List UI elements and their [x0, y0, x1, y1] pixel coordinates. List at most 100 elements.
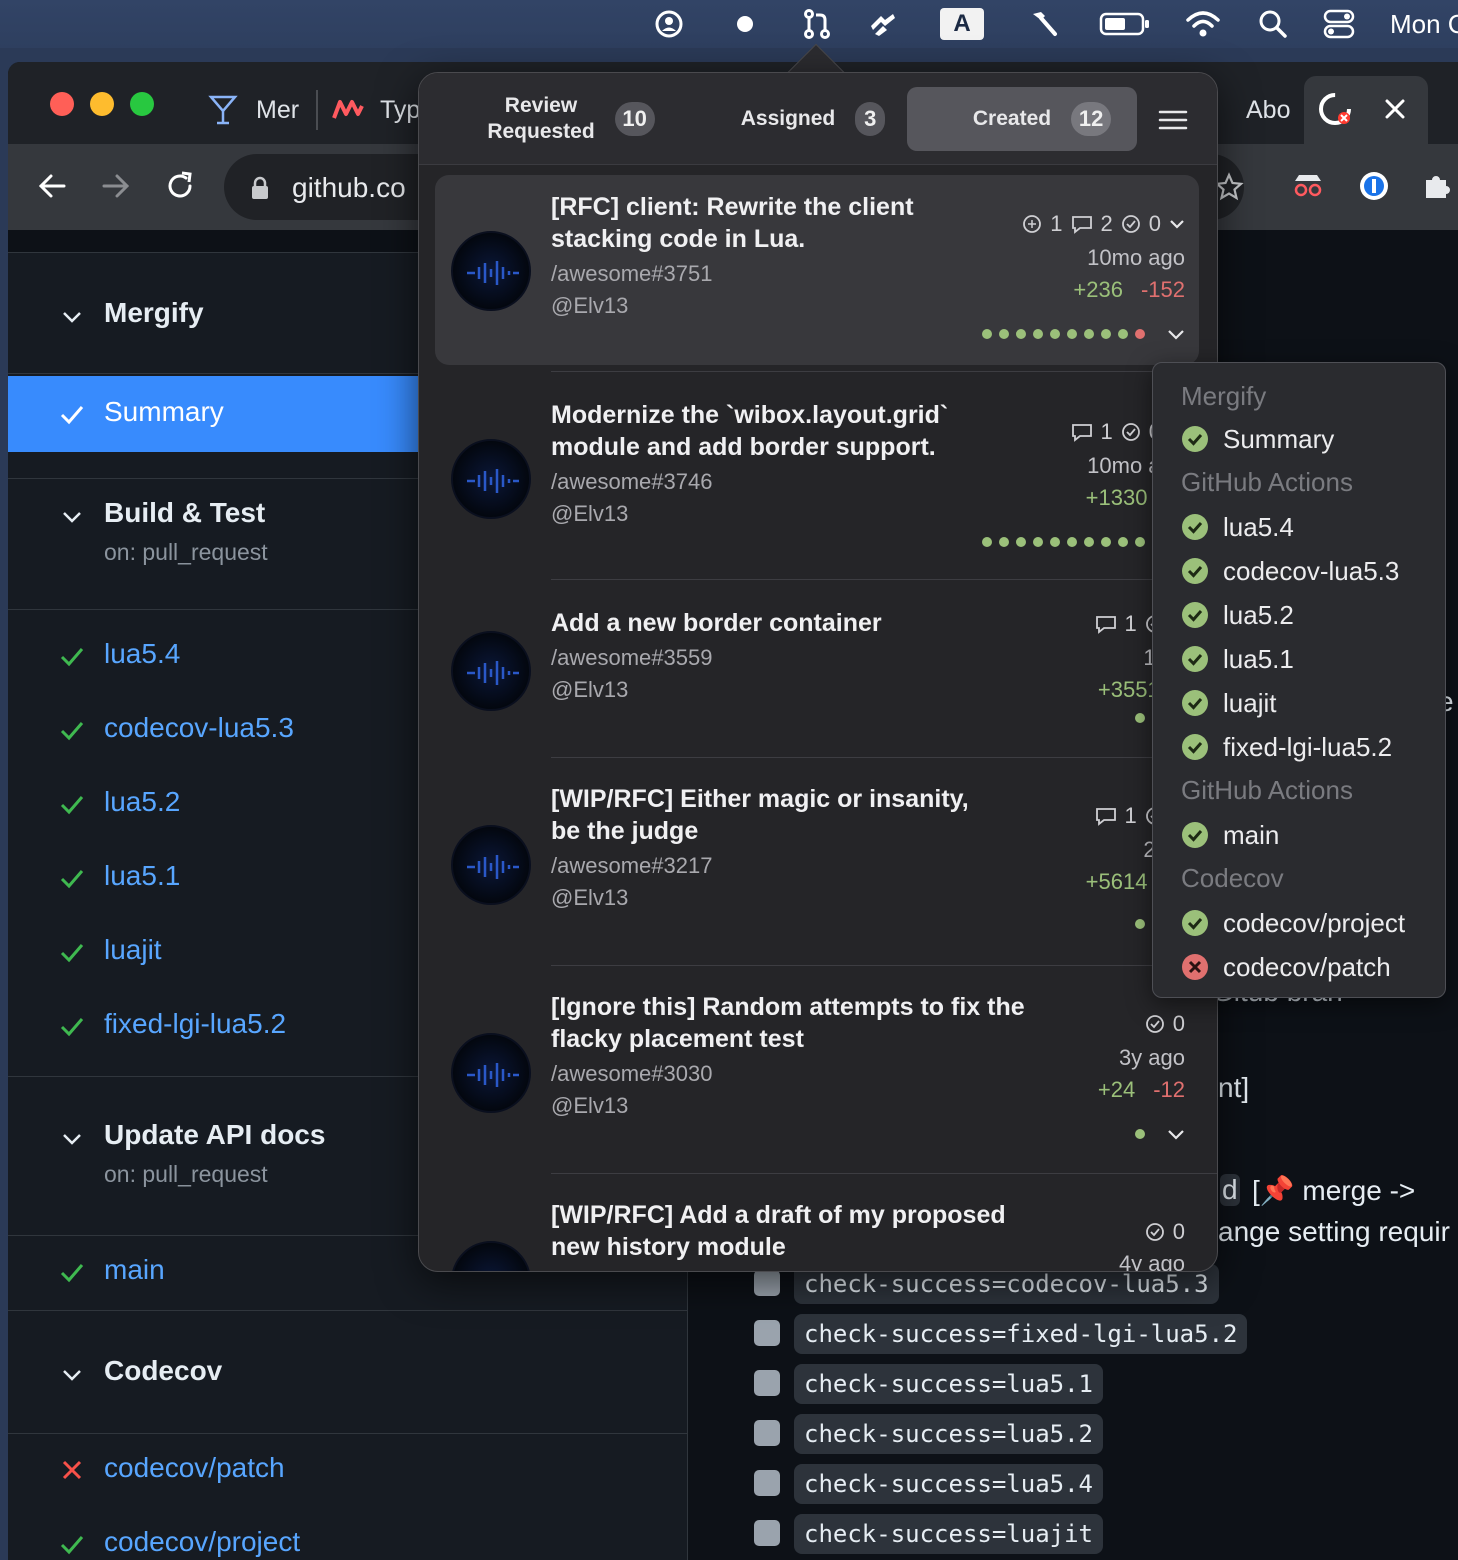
- sidebar-item-codecov-project[interactable]: codecov/project: [8, 1514, 688, 1560]
- pr-item[interactable]: [WIP/RFC] Add a draft of my proposed new …: [419, 1185, 1217, 1271]
- arrow-left-icon: [38, 174, 66, 198]
- status-dot-success: [999, 329, 1009, 339]
- checkbox[interactable]: [754, 1370, 780, 1396]
- close-tab-icon[interactable]: [1384, 98, 1406, 120]
- spotlight-search-icon[interactable]: [1256, 8, 1290, 40]
- tab-label: Created: [972, 107, 1052, 130]
- status-dot-success: [1084, 537, 1094, 547]
- avatar: [451, 1241, 531, 1271]
- checkbox[interactable]: [754, 1420, 780, 1446]
- tab-assigned[interactable]: Assigned 3: [723, 87, 903, 151]
- checkbox[interactable]: [754, 1520, 780, 1546]
- lock-icon[interactable]: [250, 176, 270, 200]
- status-dot-success: [999, 537, 1009, 547]
- chevron-down-icon[interactable]: [1169, 218, 1185, 230]
- url-text[interactable]: github.co: [292, 172, 406, 204]
- onepassword-extension-icon[interactable]: [1354, 166, 1394, 206]
- pr-time: 10mo ago: [1087, 245, 1185, 270]
- pr-author: @Elv13: [551, 1093, 629, 1118]
- check-row-codecov-patch[interactable]: codecov/patch: [1181, 951, 1391, 983]
- pull-request-icon[interactable]: [800, 8, 834, 40]
- tab-created[interactable]: Created 12: [907, 87, 1137, 151]
- sidebar-item-label: Summary: [104, 396, 224, 427]
- check-row-label: lua5.4: [1223, 511, 1294, 542]
- check-row-codecov-lua5-3[interactable]: codecov-lua5.3: [1181, 555, 1399, 587]
- pr-author: @Elv13: [551, 885, 629, 910]
- divider: [551, 579, 1217, 580]
- status-dots[interactable]: [982, 329, 1145, 339]
- chevron-down-icon: [63, 512, 81, 523]
- chevron-down-icon[interactable]: [1167, 1129, 1185, 1141]
- check-icon: [60, 1264, 84, 1283]
- sidebar-group-codecov[interactable]: Codecov: [8, 1310, 688, 1434]
- check-row-fixed-lgi-lua5-2[interactable]: fixed-lgi-lua5.2: [1181, 731, 1392, 763]
- forward-button[interactable]: [96, 166, 136, 206]
- input-source-icon[interactable]: A: [940, 8, 984, 40]
- checkbox[interactable]: [754, 1470, 780, 1496]
- close-window-button[interactable]: [50, 92, 74, 116]
- checkbox[interactable]: [754, 1270, 780, 1296]
- status-dots[interactable]: [1135, 919, 1145, 929]
- check-row-codecov-project[interactable]: codecov/project: [1181, 907, 1405, 939]
- checkbox[interactable]: [754, 1320, 780, 1346]
- battery-icon[interactable]: [1098, 8, 1152, 40]
- wifi-icon[interactable]: [1186, 8, 1220, 40]
- pr-item[interactable]: Add a new border container /awesome#3559…: [419, 591, 1217, 757]
- hamburger-menu-icon[interactable]: [1157, 109, 1189, 131]
- status-dot-success: [1084, 329, 1094, 339]
- user-circle-icon[interactable]: [652, 8, 686, 40]
- sidebar-item-codecov-patch[interactable]: codecov/patch: [8, 1440, 688, 1500]
- tailscale-icon[interactable]: [866, 8, 900, 40]
- check-row-lua5-1[interactable]: lua5.1: [1181, 643, 1294, 675]
- check-row-summary[interactable]: Summary: [1181, 423, 1334, 455]
- approval-count: 1: [1050, 211, 1063, 236]
- condition-item: check-success=fixed-lgi-lua5.2: [754, 1314, 1458, 1356]
- pr-item[interactable]: [RFC] client: Rewrite the client stacking…: [419, 175, 1217, 365]
- status-dot-success: [982, 537, 992, 547]
- reload-button[interactable]: [160, 166, 200, 206]
- pull-requests-popover: Review Requested 10 Assigned 3 Created 12…: [418, 72, 1218, 1272]
- chevron-down-icon: [63, 312, 81, 323]
- status-dots[interactable]: [1135, 1129, 1145, 1139]
- minimize-window-button[interactable]: [90, 92, 114, 116]
- pr-repo: /awesome#3751: [551, 261, 713, 286]
- avatar: [451, 1033, 531, 1113]
- check-icon: [60, 796, 84, 815]
- check-row-label: codecov/project: [1223, 907, 1406, 938]
- sidebar-group-trigger: on: pull_request: [104, 539, 268, 565]
- comment-count: 1: [1124, 611, 1137, 636]
- pr-item[interactable]: [WIP/RFC] Either magic or insanity, be th…: [419, 769, 1217, 965]
- checks-icon: [1145, 1223, 1164, 1241]
- divider: [551, 1173, 1217, 1174]
- check-row-main[interactable]: main: [1181, 819, 1279, 851]
- comment-count: 2: [1100, 211, 1113, 236]
- check-row-luajit[interactable]: luajit: [1181, 687, 1276, 719]
- pr-item[interactable]: Modernize the `wibox.layout.grid` module …: [419, 383, 1217, 579]
- x-circle-icon: [1182, 954, 1208, 980]
- back-button[interactable]: [32, 166, 72, 206]
- tab-review-requested[interactable]: Review Requested 10: [471, 87, 671, 151]
- zoom-window-button[interactable]: [130, 92, 154, 116]
- menubar-clock[interactable]: Mon C: [1390, 9, 1458, 40]
- spy-extension-icon[interactable]: [1288, 166, 1328, 206]
- sidebar-group-title: Update API docs: [104, 1119, 326, 1150]
- pr-author: @Elv13: [551, 501, 629, 526]
- pr-item[interactable]: [Ignore this] Random attempts to fix the…: [419, 977, 1217, 1173]
- condition-item: check-success=lua5.2: [754, 1414, 1458, 1456]
- status-dots[interactable]: [1135, 713, 1145, 723]
- tab-active[interactable]: [1304, 76, 1428, 144]
- status-dots[interactable]: [982, 537, 1145, 547]
- star-icon[interactable]: [1214, 172, 1244, 202]
- status-dot-success: [1033, 537, 1043, 547]
- control-center-icon[interactable]: [1322, 8, 1356, 40]
- check-row-lua5-4[interactable]: lua5.4: [1181, 511, 1294, 543]
- extensions-puzzle-icon[interactable]: [1416, 166, 1456, 206]
- hammer-icon[interactable]: [1026, 8, 1060, 40]
- record-dot-icon[interactable]: [728, 8, 762, 40]
- check-row-lua5-2[interactable]: lua5.2: [1181, 599, 1294, 631]
- chevron-down-icon[interactable]: [1167, 329, 1185, 341]
- condition-item: check-success=lua5.4: [754, 1464, 1458, 1506]
- status-dot-success: [1050, 329, 1060, 339]
- comment-count: 1: [1124, 803, 1137, 828]
- check-circle-icon: [1182, 822, 1208, 848]
